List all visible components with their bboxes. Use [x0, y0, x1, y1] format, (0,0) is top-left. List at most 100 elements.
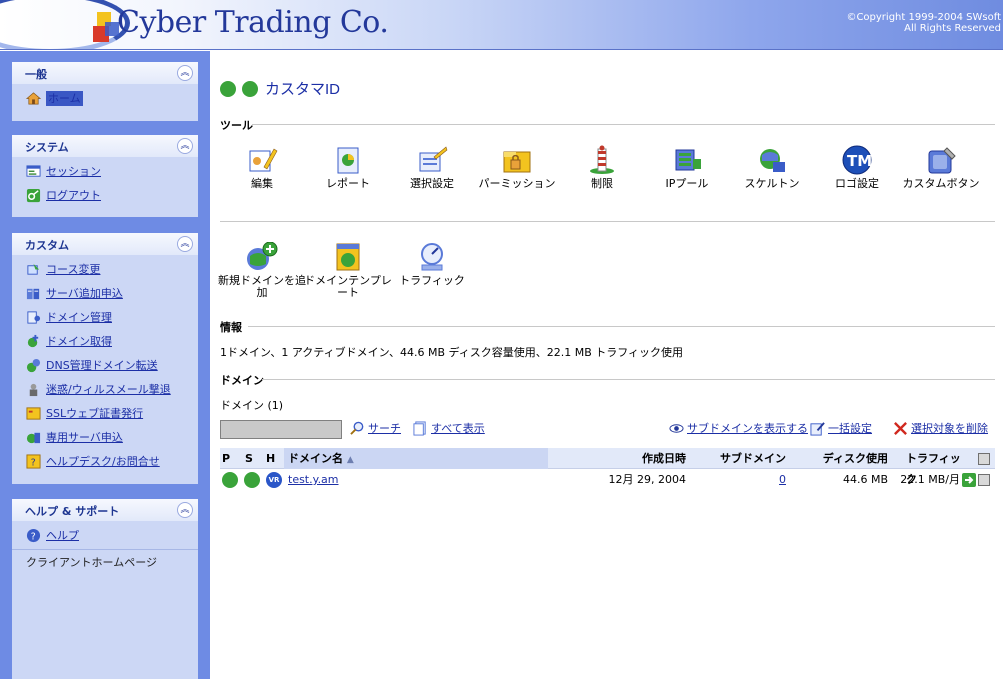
session-icon	[26, 165, 41, 177]
sidebar-item-help[interactable]: ? ヘルプ	[12, 524, 198, 548]
sidebar-item-domain-register-label[interactable]: ドメイン取得	[46, 335, 112, 348]
show-all-label[interactable]: すべて表示	[431, 422, 485, 435]
collapse-custom-icon[interactable]: ︽	[177, 236, 193, 252]
panel-custom-header: カスタム ︽	[12, 233, 198, 255]
sidebar-item-home-label[interactable]: ホーム	[46, 91, 83, 106]
search-button[interactable]: サーチ	[350, 420, 401, 438]
tool-permissions[interactable]: パーミッション	[473, 145, 561, 190]
delete-icon	[894, 421, 907, 435]
column-header-h[interactable]: H	[266, 448, 275, 469]
sidebar-item-dedicated-server[interactable]: 専用サーバ申込	[12, 426, 198, 450]
column-header-p[interactable]: P	[222, 448, 230, 469]
column-header-disk[interactable]: ディスク使用	[792, 448, 888, 469]
column-header-s[interactable]: S	[245, 448, 253, 469]
sidebar-item-server-add-label[interactable]: サーバ追加申込	[46, 287, 123, 300]
tool-ip-pool-label: IPプール	[665, 177, 709, 190]
sidebar-item-ssl[interactable]: SSLウェブ証書発行	[12, 402, 198, 426]
sidebar-item-server-add[interactable]: サーバ追加申込	[12, 282, 198, 306]
divider	[12, 549, 198, 550]
subdomain-count-link[interactable]: 0	[696, 469, 786, 491]
tool-domain-template[interactable]: ドメインテンプレート	[304, 242, 392, 299]
sidebar-item-spam[interactable]: 迷惑/ウィルスメール撃退	[12, 378, 198, 402]
domain-manage-icon	[27, 311, 41, 324]
show-all-button[interactable]: すべて表示	[413, 420, 485, 438]
sidebar-item-logout-label[interactable]: ログアウト	[46, 189, 101, 202]
sidebar-item-helpdesk-label[interactable]: ヘルプデスク/お問合せ	[46, 455, 160, 468]
sidebar-item-dns-label[interactable]: DNS管理ドメイン転送	[46, 359, 158, 372]
group-operations-button[interactable]: 一括設定	[810, 420, 872, 438]
add-domain-icon	[247, 242, 278, 270]
group-operations-label[interactable]: 一括設定	[828, 422, 872, 435]
column-header-domain-name[interactable]: ドメイン名 ▲	[284, 448, 548, 469]
login-arrow-icon[interactable]	[962, 469, 976, 491]
tool-custom-buttons[interactable]: カスタムボタン	[897, 145, 985, 190]
tool-limits[interactable]: 制限	[558, 145, 646, 190]
panel-help: ヘルプ & サポート ︽ ? ヘルプ クライアントホームページ	[12, 499, 198, 679]
status-s-icon[interactable]	[244, 469, 260, 491]
sidebar-item-dedicated-server-label[interactable]: 専用サーバ申込	[46, 431, 123, 444]
sidebar-item-dns[interactable]: DNS管理ドメイン転送	[12, 354, 198, 378]
panel-system-title: システム	[25, 141, 69, 154]
tool-traffic[interactable]: トラフィック	[388, 242, 476, 287]
sidebar-item-domain-manage-label[interactable]: ドメイン管理	[46, 311, 112, 324]
sidebar-item-plan-change[interactable]: コース変更	[12, 258, 198, 282]
sidebar-item-domain-register[interactable]: ドメイン取得	[12, 330, 198, 354]
tool-preferences[interactable]: 選択設定	[388, 145, 476, 190]
sidebar-item-help-label[interactable]: ヘルプ	[46, 529, 79, 542]
search-input[interactable]	[220, 420, 342, 439]
panel-system-header: システム ︽	[12, 135, 198, 157]
status-p-icon[interactable]	[222, 469, 238, 491]
collapse-system-icon[interactable]: ︽	[177, 138, 193, 154]
search-icon	[350, 421, 364, 435]
sidebar-item-session[interactable]: セッション	[12, 160, 198, 184]
show-subdomains-button[interactable]: サブドメインを表示する	[669, 420, 808, 438]
show-all-icon	[413, 420, 426, 436]
tool-add-domain[interactable]: 新規ドメインを追加	[218, 242, 306, 299]
hosting-icon[interactable]: VR	[266, 469, 282, 491]
column-header-traffic[interactable]: トラフィック	[906, 448, 966, 486]
sidebar-item-logout[interactable]: ログアウト	[12, 184, 198, 208]
sidebar-item-session-label[interactable]: セッション	[46, 165, 101, 178]
plan-change-icon	[27, 263, 40, 275]
sidebar-item-ssl-label[interactable]: SSLウェブ証書発行	[46, 407, 143, 420]
panel-general-title: 一般	[25, 68, 47, 81]
domain-link[interactable]: test.y.am	[288, 469, 339, 491]
remove-selected-label[interactable]: 選択対象を削除	[911, 422, 988, 435]
select-all-checkbox[interactable]	[978, 448, 990, 469]
ip-pool-icon	[675, 149, 701, 171]
sidebar-item-spam-label[interactable]: 迷惑/ウィルスメール撃退	[46, 383, 171, 396]
tool-edit[interactable]: 編集	[218, 145, 306, 190]
tool-add-domain-label: 新規ドメインを追加	[218, 274, 306, 299]
sidebar: 一般 ︽ ホーム システム ︽ セッション ログアウト カスタム ︽ コース変更…	[0, 51, 210, 679]
column-header-subdomains[interactable]: サブドメイン	[696, 448, 786, 469]
subdomain-count[interactable]: 0	[779, 473, 786, 486]
dns-icon	[26, 358, 41, 373]
collapse-general-icon[interactable]: ︽	[177, 65, 193, 81]
spam-icon	[29, 383, 38, 397]
sidebar-item-helpdesk[interactable]: ? ヘルプデスク/お問合せ	[12, 450, 198, 474]
sidebar-item-home[interactable]: ホーム	[12, 87, 198, 111]
panel-system: システム ︽ セッション ログアウト	[12, 135, 198, 217]
remove-selected-button[interactable]: 選択対象を削除	[893, 420, 988, 438]
copyright-line2: All Rights Reserved	[904, 23, 1001, 34]
sidebar-item-client-home[interactable]: クライアントホームページ	[12, 551, 198, 575]
search-label[interactable]: サーチ	[368, 422, 401, 435]
tool-skeleton[interactable]: スケルトン	[728, 145, 816, 190]
sidebar-item-domain-manage[interactable]: ドメイン管理	[12, 306, 198, 330]
ssl-icon	[26, 407, 41, 420]
column-header-created[interactable]: 作成日時	[550, 448, 686, 469]
row-checkbox-box[interactable]	[978, 474, 990, 486]
limits-icon	[590, 145, 614, 174]
tool-ip-pool[interactable]: IPプール	[643, 145, 731, 190]
sidebar-item-plan-change-label[interactable]: コース変更	[46, 263, 100, 276]
skeleton-icon	[760, 149, 785, 172]
domain-name[interactable]: test.y.am	[288, 473, 339, 486]
show-subdomains-label[interactable]: サブドメインを表示する	[687, 422, 808, 435]
row-checkbox[interactable]	[978, 469, 990, 491]
traffic-usage: 22.1 MB/月	[900, 473, 960, 486]
tool-report[interactable]: レポート	[304, 145, 392, 190]
collapse-help-icon[interactable]: ︽	[177, 502, 193, 518]
eye-icon	[669, 423, 684, 433]
tool-logo-setup[interactable]: TM ロゴ設定	[813, 145, 901, 190]
select-all-checkbox-box[interactable]	[978, 453, 990, 465]
